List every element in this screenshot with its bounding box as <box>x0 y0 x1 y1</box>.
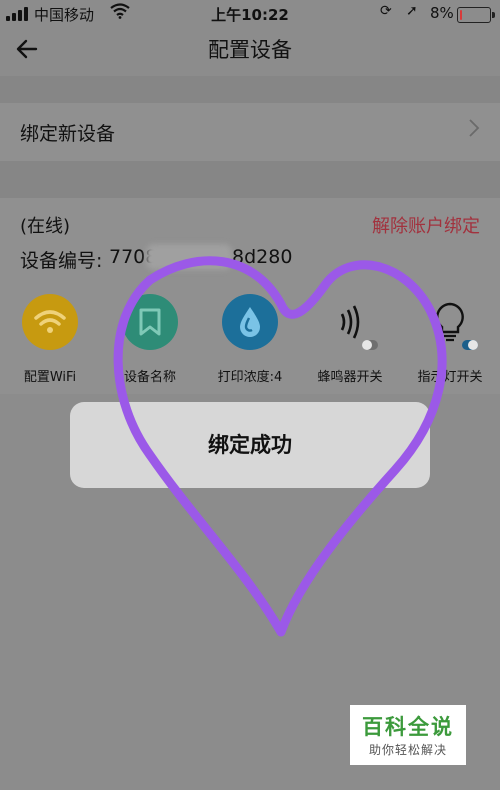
tile-label: 设备名称 <box>123 370 176 385</box>
buzzer-toggle[interactable] <box>362 340 378 350</box>
battery-level <box>460 10 462 20</box>
watermark-logo: 百科全说 助你轻松解决 <box>350 705 466 765</box>
tile-label: 打印浓度:4 <box>217 370 283 385</box>
watermark-subtitle: 助你轻松解决 <box>368 743 447 757</box>
device-panel: (在线) 解除账户绑定 设备编号: 7708 8d280 配置WiFi 设备名称… <box>0 198 500 394</box>
unbind-account-button[interactable]: 解除账户绑定 <box>372 212 480 238</box>
rotation-lock-icon: ⟳ <box>380 3 392 19</box>
status-bar: 中国移动 上午10:22 ⟳ ➚ 8% <box>0 0 500 28</box>
serial-number-redacted <box>146 244 232 270</box>
nav-bar: 配置设备 <box>0 28 500 76</box>
bookmark-icon <box>122 294 178 350</box>
tile-label: 配置WiFi <box>23 370 77 385</box>
bind-new-device-row[interactable]: 绑定新设备 <box>0 103 500 161</box>
bind-new-device-label: 绑定新设备 <box>20 123 116 145</box>
wifi-icon <box>22 294 78 350</box>
serial-label: 设备编号: <box>20 250 103 272</box>
clock: 上午10:22 <box>211 6 289 24</box>
device-status: (在线) <box>20 216 71 237</box>
battery-percent: 8% <box>430 4 454 22</box>
serial-number-end: 8d280 <box>232 246 293 268</box>
indicator-light-toggle[interactable] <box>462 340 478 350</box>
water-drop-icon <box>222 294 278 350</box>
page-title: 配置设备 <box>208 38 292 62</box>
tile-label: 蜂鸣器开关 <box>317 370 383 385</box>
watermark-title: 百科全说 <box>362 715 454 739</box>
battery-icon <box>457 7 495 23</box>
chevron-right-icon <box>468 117 480 145</box>
section-divider <box>0 76 500 103</box>
section-divider <box>0 161 500 198</box>
location-arrow-icon: ➚ <box>406 3 418 19</box>
toast-message: 绑定成功 <box>208 433 292 457</box>
success-toast: 绑定成功 <box>70 402 430 488</box>
tile-label: 指示灯开关 <box>417 370 483 385</box>
